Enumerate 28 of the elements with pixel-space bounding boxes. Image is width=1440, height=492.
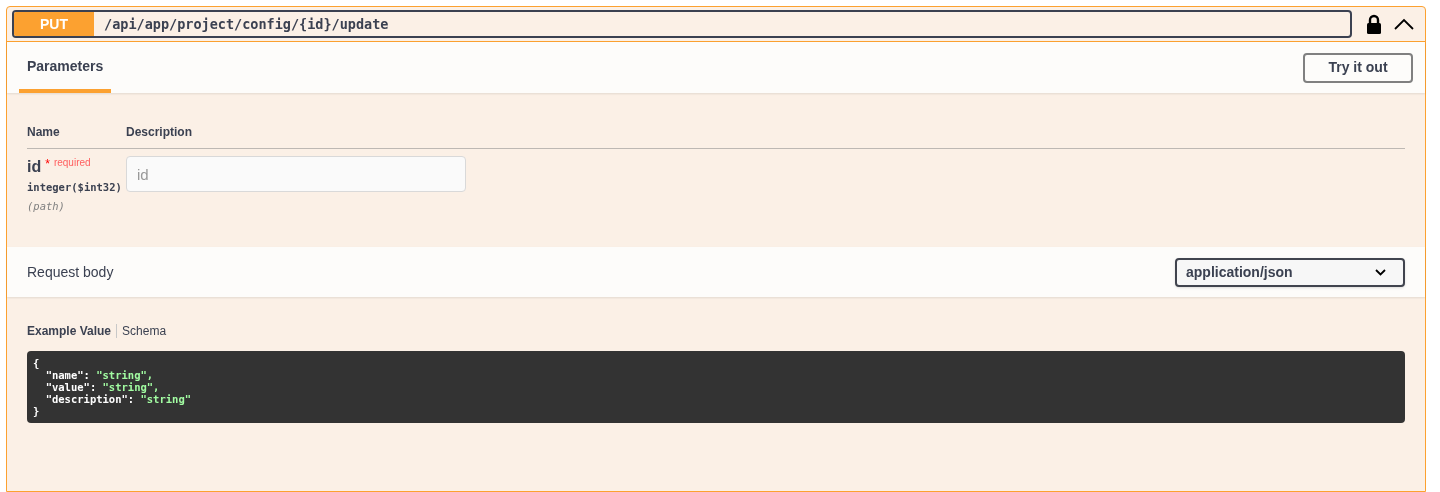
section-tab[interactable]: Parameters [19,42,112,93]
code-key: "description": [33,393,141,405]
section-title: Request body [27,262,114,282]
endpoint-path: /api/app/project/config/{id}/update [104,14,389,34]
code-text: } [33,405,40,417]
content-type-dropdown[interactable]: application/json [1175,257,1405,287]
code-string: "string", [102,381,160,393]
code-key: "value": [33,381,103,393]
column-header: Name [27,124,61,141]
chevron-down-icon [1375,268,1386,276]
code-string: "string" [140,393,192,405]
parameter-name: id [27,157,42,177]
required-label: required [53,157,91,169]
example-tab[interactable]: Schema [122,322,167,340]
parameter-location: (path) [27,198,66,214]
collapse-icon[interactable] [1394,18,1414,30]
parameter-type: integer($int32) [27,180,123,195]
operation-summary-bar[interactable]: PUT /api/app/project/config/{id}/update [12,10,1352,38]
parameter-input[interactable]: id [126,156,466,192]
lock-icon[interactable] [1366,14,1382,34]
column-header: Description [126,124,192,141]
required-asterisk: * [45,157,50,171]
try-it-out-button[interactable]: Try it out [1303,52,1413,83]
method-badge: PUT [14,12,94,36]
code-key: "name": [33,369,97,381]
code-text: { [33,357,40,369]
example-tab[interactable]: Example Value [27,322,112,340]
code-string: "string", [96,369,154,381]
